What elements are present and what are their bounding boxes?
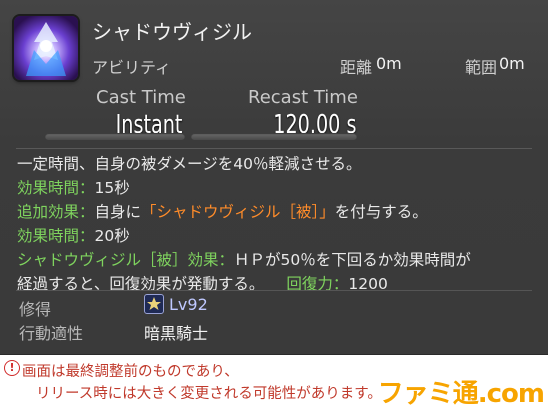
range-label: 距離 (340, 58, 373, 77)
cast-time-bar (45, 133, 185, 140)
status-duration-line: 効果時間：20秒 (17, 224, 537, 248)
range-value: 0m (376, 54, 402, 73)
additional-effect-label: 追加効果： (17, 203, 95, 221)
class-value: 暗黒騎士 (144, 324, 209, 343)
famitsu-logo: ファミ通.com (377, 379, 545, 409)
effect-time-label: 効果時間： (17, 227, 95, 245)
warning-icon: ! (4, 360, 20, 376)
effect-time-value: 20秒 (94, 227, 130, 245)
radius-label: 範囲 (465, 58, 498, 77)
dark-knight-job-icon (144, 294, 164, 314)
notice-line-1: 画面は最終調整前のものであり、 (22, 364, 239, 380)
additional-effect-line: 追加効果：自身に「シャドウヴィジル［被］」を付与する。 (17, 200, 537, 224)
recast-time-label: Recast Time (248, 87, 358, 108)
status-effect-label: シャドウヴィジル［被］効果： (17, 251, 235, 269)
notice-line-2: リリース時には大きく変更される可能性があります。 (36, 386, 382, 402)
acquire-label: 修得 (19, 300, 52, 319)
action-tooltip: シャドウヴィジル アビリティ 距離 0m 範囲 0m Cast Time Rec… (0, 0, 548, 355)
shadowed-vigil-icon (14, 16, 78, 80)
class-label: 行動適性 (19, 324, 84, 343)
additional-effect-suffix: を付与する。 (334, 203, 428, 221)
recast-time-bar (191, 133, 357, 140)
effect-duration-line: 効果時間：15秒 (17, 176, 537, 200)
divider (16, 290, 532, 291)
effect-time-label: 効果時間： (17, 179, 95, 197)
ability-description: 一定時間、自身の被ダメージを40％軽減させる。 効果時間：15秒 追加効果：自身… (17, 152, 537, 296)
radius-value: 0m (499, 54, 525, 73)
status-name: 「シャドウヴィジル［被］」 (141, 203, 335, 221)
ability-name: シャドウヴィジル (92, 20, 252, 44)
ability-type: アビリティ (92, 58, 172, 77)
acquire-level: Lv92 (169, 295, 208, 314)
divider (16, 148, 532, 149)
status-effect-text: ＨＰが50％を下回るか効果時間が (234, 251, 471, 269)
status-effect-line-2: 経過すると、回復効果が発動する。 回復力：1200 (17, 272, 537, 296)
status-effect-line: シャドウヴィジル［被］効果：ＨＰが50％を下回るか効果時間が (17, 248, 537, 272)
cast-time-label: Cast Time (96, 87, 186, 108)
description-line: 一定時間、自身の被ダメージを40％軽減させる。 (17, 155, 362, 173)
additional-effect-prefix: 自身に (94, 203, 142, 221)
effect-time-value: 15秒 (94, 179, 130, 197)
